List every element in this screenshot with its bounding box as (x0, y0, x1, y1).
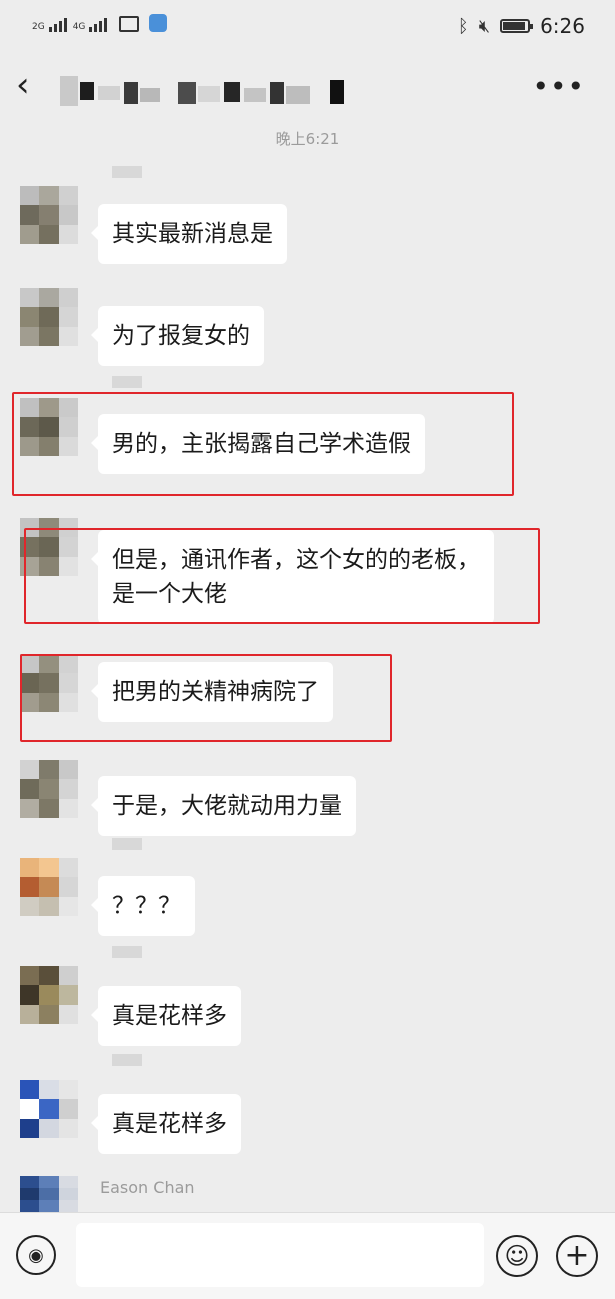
status-left: 2G 4G (32, 14, 168, 32)
highlight-box (20, 654, 392, 742)
avatar[interactable] (20, 288, 78, 346)
more-icon[interactable]: ••• (532, 70, 585, 103)
avatar[interactable] (20, 858, 78, 916)
sender-name-obscured (112, 946, 142, 958)
chat-title-obscured (60, 76, 344, 106)
chat-header: ‹ ••• (0, 52, 615, 126)
mute-icon: 🔇︎ (478, 15, 491, 37)
avatar[interactable] (20, 186, 78, 244)
message-bubble[interactable]: ？？？ (91, 876, 195, 936)
bluetooth-icon: ᛒ (457, 15, 469, 37)
sender-name-obscured (112, 376, 142, 388)
avatar[interactable] (20, 966, 78, 1024)
sender-name-obscured (112, 166, 142, 178)
emoji-icon[interactable]: ☺ (496, 1235, 538, 1277)
sender-name-obscured (112, 838, 142, 850)
message-bubble[interactable]: 真是花样多 (91, 1094, 241, 1154)
message-bubble[interactable]: 其实最新消息是 (91, 204, 287, 264)
status-bar: 2G 4G ᛒ 🔇︎ 6:26 (0, 0, 615, 52)
chevron-left-icon[interactable]: ‹ (16, 68, 46, 104)
battery-icon (500, 19, 534, 33)
network-2g-label: 2G (32, 22, 45, 32)
message-bubble[interactable]: 为了报复女的 (91, 306, 264, 366)
highlight-box (12, 392, 514, 496)
signal-icon-2 (89, 14, 108, 32)
sender-name-obscured (112, 1054, 142, 1066)
shield-icon (149, 14, 168, 32)
avatar[interactable] (20, 1080, 78, 1138)
input-bar: ◉ ☺ + (0, 1212, 615, 1299)
message-input[interactable] (76, 1223, 484, 1287)
highlight-box (24, 528, 540, 624)
status-time: 6:26 (540, 14, 585, 38)
avatar[interactable] (20, 760, 78, 818)
message-timestamp: 晚上6:21 (275, 130, 340, 148)
network-4g-label: 4G (72, 22, 86, 32)
activity-icon (119, 16, 140, 32)
sender-name: Eason Chan (100, 1178, 195, 1197)
voice-icon[interactable]: ◉ (16, 1235, 56, 1275)
plus-icon[interactable]: + (556, 1235, 598, 1277)
message-bubble[interactable]: 真是花样多 (91, 986, 241, 1046)
signal-icon (48, 14, 67, 32)
message-bubble[interactable]: 于是，大佬就动用力量 (91, 776, 356, 836)
avatar[interactable] (20, 1176, 78, 1212)
status-right: ᛒ 🔇︎ 6:26 (458, 14, 585, 38)
